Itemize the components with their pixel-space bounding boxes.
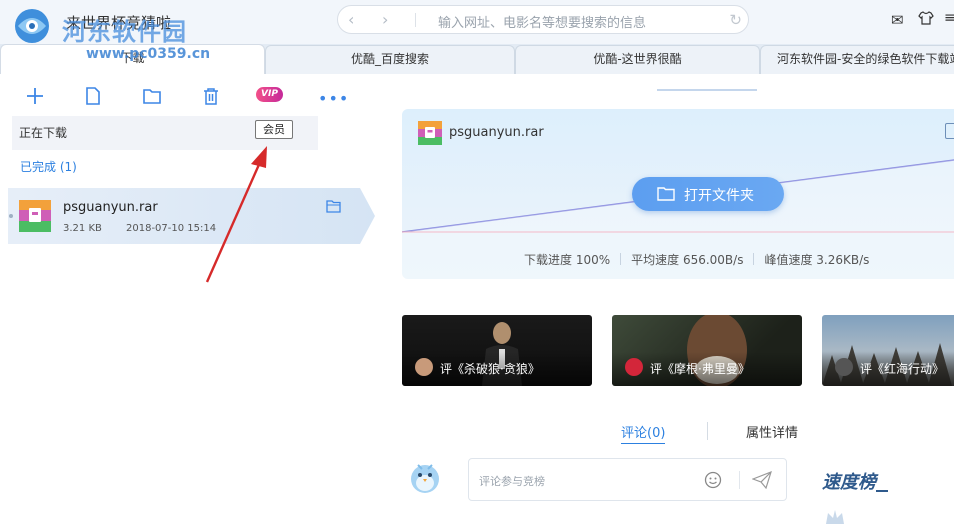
file-size: 3.21 KB — [63, 223, 102, 234]
address-divider — [415, 13, 416, 27]
downloading-label: 正在下载 — [19, 126, 68, 140]
mail-icon[interactable]: ✉ — [891, 11, 904, 29]
tab-youku-baidu[interactable]: 优酷_百度搜索 — [265, 45, 515, 74]
open-folder-label: 打开文件夹 — [684, 188, 754, 204]
input-divider — [739, 471, 740, 489]
movie-card[interactable]: 评《杀破狼·贪狼》 — [402, 315, 592, 386]
download-detail-card: psguanyun.rar 打开文件夹 下载进度 100% 平均速度 656.00… — [402, 109, 954, 279]
movie-title: 评《杀破狼·贪狼》 — [440, 362, 540, 376]
more-icon[interactable]: ••• — [318, 89, 348, 111]
movie-avatar — [835, 358, 853, 376]
folder-icon — [657, 187, 675, 201]
scroll-indicator — [657, 89, 757, 91]
speed-board-title: 速度榜 — [822, 472, 876, 493]
archive-file-icon — [19, 200, 51, 232]
archive-file-icon — [418, 121, 442, 145]
emoji-icon[interactable] — [704, 471, 722, 489]
back-icon[interactable]: ‹ — [348, 10, 354, 29]
movie-avatar — [415, 358, 433, 376]
document-icon[interactable] — [945, 123, 954, 139]
mascot-avatar-icon — [411, 464, 439, 493]
watermark-text: 河东软件园 — [62, 18, 187, 46]
tab-youku[interactable]: 优酷-这世界很酷 — [515, 45, 760, 74]
browser-logo-icon — [15, 9, 49, 43]
item-marker — [9, 214, 13, 218]
send-icon[interactable] — [752, 471, 772, 489]
stat-divider — [753, 253, 755, 265]
menu-icon[interactable]: ≡ — [944, 10, 954, 26]
movie-title: 评《红海行动》 — [860, 362, 945, 376]
comment-input[interactable]: 评论参与竞榜 — [468, 458, 787, 501]
tab-hedong[interactable]: 河东软件园-安全的绿色软件下载站 — [760, 45, 954, 74]
plus-icon[interactable] — [24, 85, 46, 107]
tab-divider — [707, 422, 708, 440]
detail-file-name: psguanyun.rar — [449, 125, 544, 140]
open-folder-icon[interactable] — [326, 200, 341, 213]
movie-card[interactable]: 评《摩根·弗里曼》 — [612, 315, 802, 386]
movie-card[interactable]: 评《红海行动》 — [822, 315, 954, 386]
forward-icon[interactable]: › — [382, 10, 388, 29]
member-badge[interactable]: 会员 — [255, 120, 293, 139]
trash-icon[interactable] — [200, 85, 222, 107]
annotation-arrow — [205, 146, 267, 283]
download-stats: 下载进度 100% 平均速度 656.00B/s 峰值速度 3.26KB/s — [524, 251, 869, 268]
skin-icon[interactable] — [918, 10, 934, 26]
new-file-icon[interactable] — [82, 85, 104, 107]
speed-board-underline — [876, 490, 888, 492]
avg-speed-stat: 平均速度 656.00B/s — [631, 253, 744, 267]
refresh-icon[interactable]: ↻ — [729, 11, 742, 29]
peak-speed-stat: 峰值速度 3.26KB/s — [764, 253, 870, 267]
crown-icon — [826, 510, 844, 524]
address-input[interactable]: 输入网址、电影名等想要搜索的信息 — [438, 12, 646, 31]
list-item[interactable]: psguanyun.rar 3.21 KB 2018-07-10 15:14 — [8, 188, 375, 244]
movie-avatar — [625, 358, 643, 376]
tab-comments[interactable]: 评论(0) — [621, 422, 666, 444]
file-name: psguanyun.rar — [63, 200, 158, 215]
vip-icon[interactable]: VIP — [256, 87, 283, 102]
address-bar[interactable]: ‹ › 输入网址、电影名等想要搜索的信息 ↻ — [337, 5, 749, 34]
watermark-url: www.pc0359.cn — [86, 46, 211, 62]
title-bar: 来世界杯竞猜啦 河东软件园 ‹ › 输入网址、电影名等想要搜索的信息 ↻ ✉ ≡ — [0, 0, 954, 46]
comment-placeholder: 评论参与竞榜 — [479, 475, 545, 488]
tab-properties[interactable]: 属性详情 — [746, 422, 798, 441]
folder-icon[interactable] — [141, 85, 163, 107]
progress-stat: 下载进度 100% — [524, 253, 611, 267]
download-detail-panel: psguanyun.rar 打开文件夹 下载进度 100% 平均速度 656.00… — [390, 74, 954, 527]
completed-section-label[interactable]: 已完成 (1) — [20, 158, 77, 175]
stat-divider — [620, 253, 622, 265]
download-toolbar: VIP ••• — [0, 82, 390, 108]
selected-item-background — [8, 188, 375, 244]
open-folder-button[interactable]: 打开文件夹 — [632, 177, 784, 211]
movie-title: 评《摩根·弗里曼》 — [650, 362, 750, 376]
